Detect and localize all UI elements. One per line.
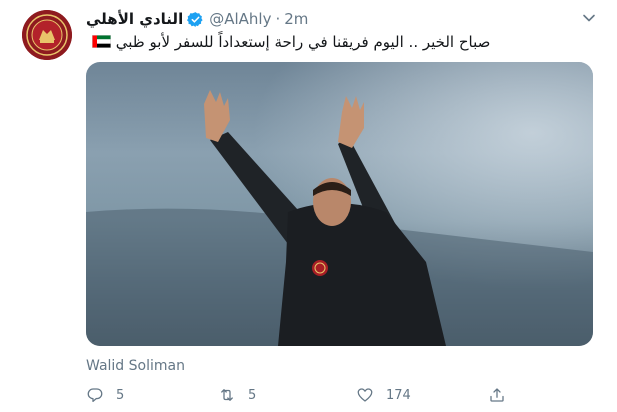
uae-flag-icon (92, 35, 111, 48)
reply-button[interactable]: 5 (86, 386, 124, 404)
retweet-button[interactable]: 5 (218, 386, 256, 404)
like-icon (357, 388, 373, 402)
tweet-text: صباح الخير .. اليوم فريقنا في راحة إستعد… (86, 30, 593, 54)
avatar[interactable] (22, 10, 72, 60)
verified-badge-icon (187, 11, 203, 27)
share-button[interactable] (488, 386, 506, 404)
caret-down-icon[interactable] (581, 10, 597, 26)
handle[interactable]: @AlAhly (209, 10, 271, 28)
like-button[interactable]: 174 (356, 386, 411, 404)
tweet-actions: 5 5 174 (86, 386, 606, 408)
tweet-text-content: صباح الخير .. اليوم فريقنا في راحة إستعد… (115, 33, 491, 51)
tweet[interactable]: النادي الأهلي @AlAhly · 2m صباح الخير ..… (0, 0, 617, 412)
share-icon (490, 388, 504, 402)
reply-count: 5 (116, 387, 125, 403)
separator-dot: · (275, 10, 281, 28)
display-name[interactable]: النادي الأهلي (86, 10, 183, 28)
media-caption: Walid Soliman (86, 358, 185, 374)
like-count: 174 (386, 387, 411, 403)
tweet-header: النادي الأهلي @AlAhly · 2m (86, 8, 308, 30)
club-logo (22, 10, 72, 60)
reply-icon (87, 388, 103, 403)
player-photo (86, 62, 593, 346)
timestamp[interactable]: 2m (284, 10, 308, 28)
tweet-photo[interactable] (86, 62, 593, 346)
retweet-icon (221, 389, 233, 401)
retweet-count: 5 (248, 387, 257, 403)
